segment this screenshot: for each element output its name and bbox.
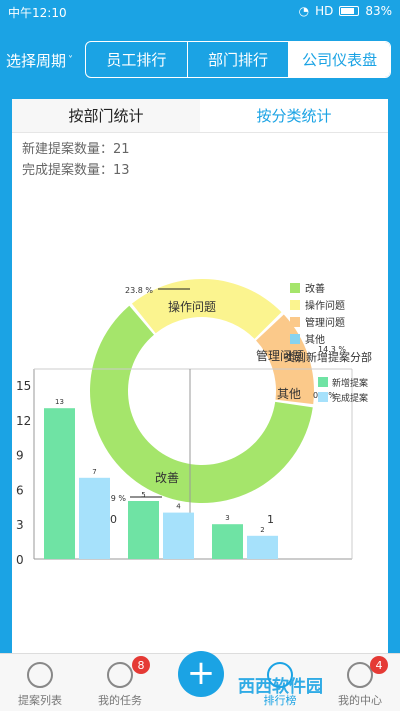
tab-employee-ranking[interactable]: 员工排行	[86, 42, 188, 77]
bar	[79, 477, 110, 559]
legend-swatch	[318, 392, 328, 402]
task-icon	[107, 662, 133, 688]
legend-label: 其他	[305, 333, 325, 346]
new-count: 新建提案数量：21	[22, 142, 130, 157]
ranking-tabs: 员工排行 部门排行 公司仪表盘	[85, 41, 391, 78]
bar-value-label: 2	[260, 526, 264, 534]
legend-label: 管理问题	[305, 316, 345, 329]
legend-label: 改善	[305, 282, 325, 295]
tab-by-category[interactable]: 按分类统计	[200, 99, 388, 132]
network-label: HD	[315, 4, 334, 18]
y-tick-label: 6	[16, 483, 24, 497]
y-tick-label: 12	[16, 414, 31, 428]
legend-swatch	[290, 334, 300, 344]
battery-level: 83%	[365, 4, 392, 18]
status-right: ◔ HD 83%	[299, 4, 392, 18]
bar	[212, 524, 243, 559]
legend-swatch	[290, 300, 300, 310]
top-label: 1	[267, 513, 274, 526]
legend-label: 操作问题	[305, 299, 345, 312]
bar-value-label: 13	[55, 398, 64, 406]
legend-label: 完成提案	[332, 392, 368, 404]
bar	[247, 535, 278, 559]
bar	[128, 501, 159, 559]
done-count: 完成提案数量：13	[22, 163, 130, 178]
wifi-icon: ◔	[298, 4, 310, 18]
stat-tabs: 按部门统计 按分类统计	[12, 99, 388, 133]
status-time: 中午12:10	[8, 6, 67, 20]
bulb-icon	[27, 662, 53, 688]
slice-label: 其他	[277, 387, 301, 401]
y-tick-label: 15	[16, 379, 31, 393]
bar-value-label: 4	[176, 503, 181, 511]
task-badge: 8	[132, 656, 150, 674]
tab-company-dashboard[interactable]: 公司仪表盘	[289, 42, 390, 77]
tab-by-department[interactable]: 按部门统计	[12, 99, 200, 132]
nav-proposal-list[interactable]: 提案列表	[0, 654, 80, 711]
bar	[163, 512, 194, 559]
chart-title: 类别新增提案分部	[284, 350, 372, 364]
period-label: 选择周期	[6, 52, 67, 70]
bar-value-label: 5	[141, 491, 145, 499]
top-bar: 选择周期 ˅ 员工排行 部门排行 公司仪表盘	[0, 24, 400, 98]
battery-icon	[339, 6, 360, 16]
charts: 操作问题23.8 %改善61.9 %管理问题14.3 %其他0.0 %类别新增提…	[16, 279, 372, 567]
chevron-down-icon: ˅	[68, 55, 74, 66]
legend-label: 新增提案	[332, 377, 368, 389]
period-selector[interactable]: 选择周期 ˅	[6, 50, 73, 71]
slice-value-label: 23.8 %	[125, 286, 153, 295]
status-bar: 中午12:10 ◔ HD 83%	[0, 0, 400, 24]
tab-department-ranking[interactable]: 部门排行	[188, 42, 290, 77]
bar-value-label: 7	[92, 468, 96, 476]
watermark: 西西软件园	[238, 676, 323, 697]
legend-swatch	[290, 317, 300, 327]
nav-label: 提案列表	[18, 694, 62, 707]
bar	[44, 408, 75, 559]
y-tick-label: 0	[16, 553, 24, 567]
bar-value-label: 3	[225, 514, 229, 522]
legend-swatch	[318, 377, 328, 387]
add-button[interactable]: +	[178, 651, 224, 697]
y-tick-label: 3	[16, 518, 24, 532]
slice-label: 操作问题	[168, 299, 216, 314]
top-label: 0	[110, 513, 117, 526]
y-tick-label: 9	[16, 449, 24, 463]
legend-swatch	[290, 283, 300, 293]
slice-label: 改善	[155, 470, 179, 485]
dashboard-card: 按部门统计 按分类统计 新建提案数量：21 完成提案数量：13 操作问题 23.8…	[12, 99, 388, 653]
nav-label: 我的任务	[98, 694, 142, 707]
nav-my-tasks[interactable]: 我的任务 8	[80, 654, 160, 711]
